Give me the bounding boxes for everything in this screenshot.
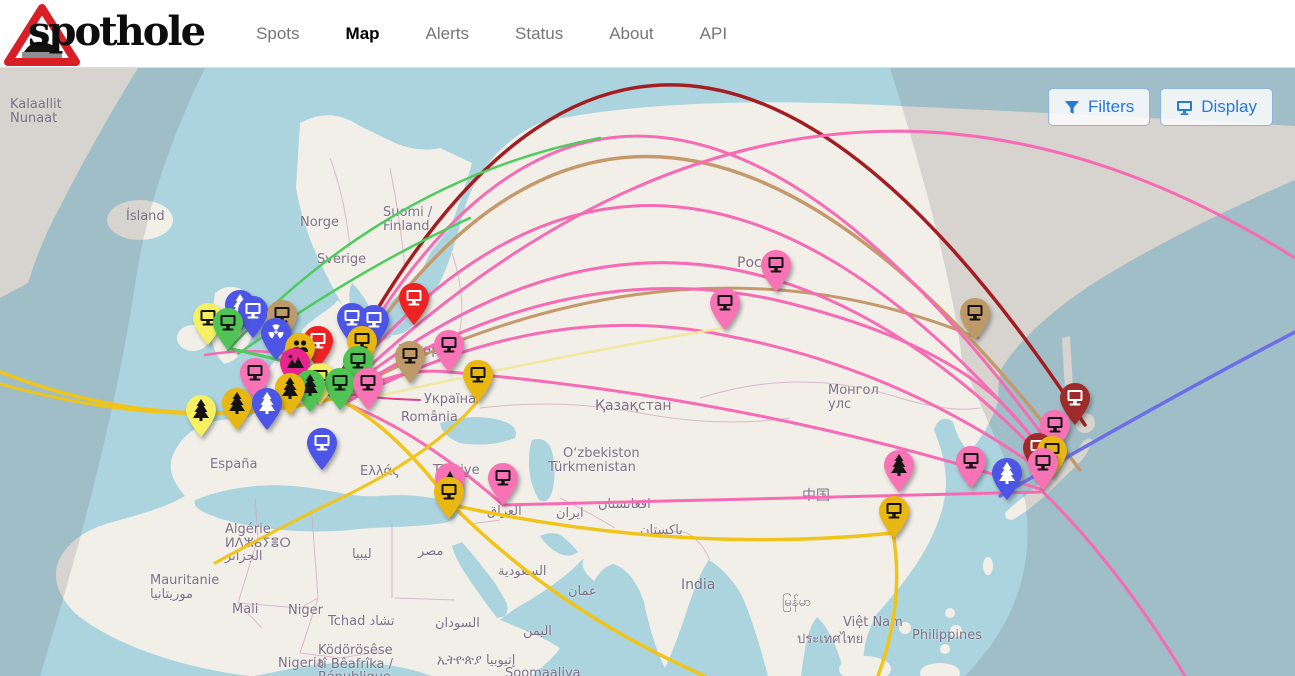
map-pin-monitor[interactable] [1028, 448, 1058, 490]
map-pin-monitor[interactable] [399, 283, 429, 325]
main-nav: Spots Map Alerts Status About API [256, 24, 727, 44]
brand-logo[interactable]: spothole [4, 0, 204, 68]
map-pin-monitor[interactable] [434, 330, 464, 372]
brand-name: spothole [28, 8, 204, 55]
map-pins-layer [0, 68, 1295, 676]
map-pin-monitor[interactable] [960, 298, 990, 340]
map-pin-monitor[interactable] [879, 496, 909, 538]
map-pin-monitor[interactable] [395, 341, 425, 383]
nav-item-spots[interactable]: Spots [256, 24, 299, 44]
map-pin-monitor[interactable] [325, 368, 355, 410]
map-pin-monitor[interactable] [463, 360, 493, 402]
map-viewport[interactable]: Kalaallit NunaatÍslandNorgeSverigeSuomi … [0, 68, 1295, 676]
map-pin-tree[interactable] [884, 450, 914, 492]
map-pin-monitor[interactable] [956, 446, 986, 488]
map-pin-monitor[interactable] [353, 368, 383, 410]
map-pin-monitor[interactable] [761, 250, 791, 292]
top-navigation-bar: spothole Spots Map Alerts Status About API [0, 0, 1295, 68]
map-pin-monitor[interactable] [434, 477, 464, 519]
map-controls: Filters Display [1048, 88, 1273, 126]
display-monitor-icon [1176, 100, 1193, 115]
map-pin-tree[interactable] [222, 388, 252, 430]
nav-item-alerts[interactable]: Alerts [426, 24, 469, 44]
map-pin-tree[interactable] [252, 388, 282, 430]
filters-button-label: Filters [1088, 97, 1134, 117]
filters-button[interactable]: Filters [1048, 88, 1150, 126]
map-pin-monitor[interactable] [488, 463, 518, 505]
nav-item-api[interactable]: API [700, 24, 727, 44]
map-pin-monitor[interactable] [213, 308, 243, 350]
map-pin-monitor[interactable] [710, 288, 740, 330]
map-pin-tree[interactable] [992, 458, 1022, 500]
display-button[interactable]: Display [1160, 88, 1273, 126]
nav-item-status[interactable]: Status [515, 24, 563, 44]
map-pin-tree[interactable] [186, 395, 216, 437]
nav-item-about[interactable]: About [609, 24, 653, 44]
nav-item-map[interactable]: Map [346, 24, 380, 44]
filter-funnel-icon [1064, 100, 1080, 115]
display-button-label: Display [1201, 97, 1257, 117]
map-pin-monitor[interactable] [307, 428, 337, 470]
